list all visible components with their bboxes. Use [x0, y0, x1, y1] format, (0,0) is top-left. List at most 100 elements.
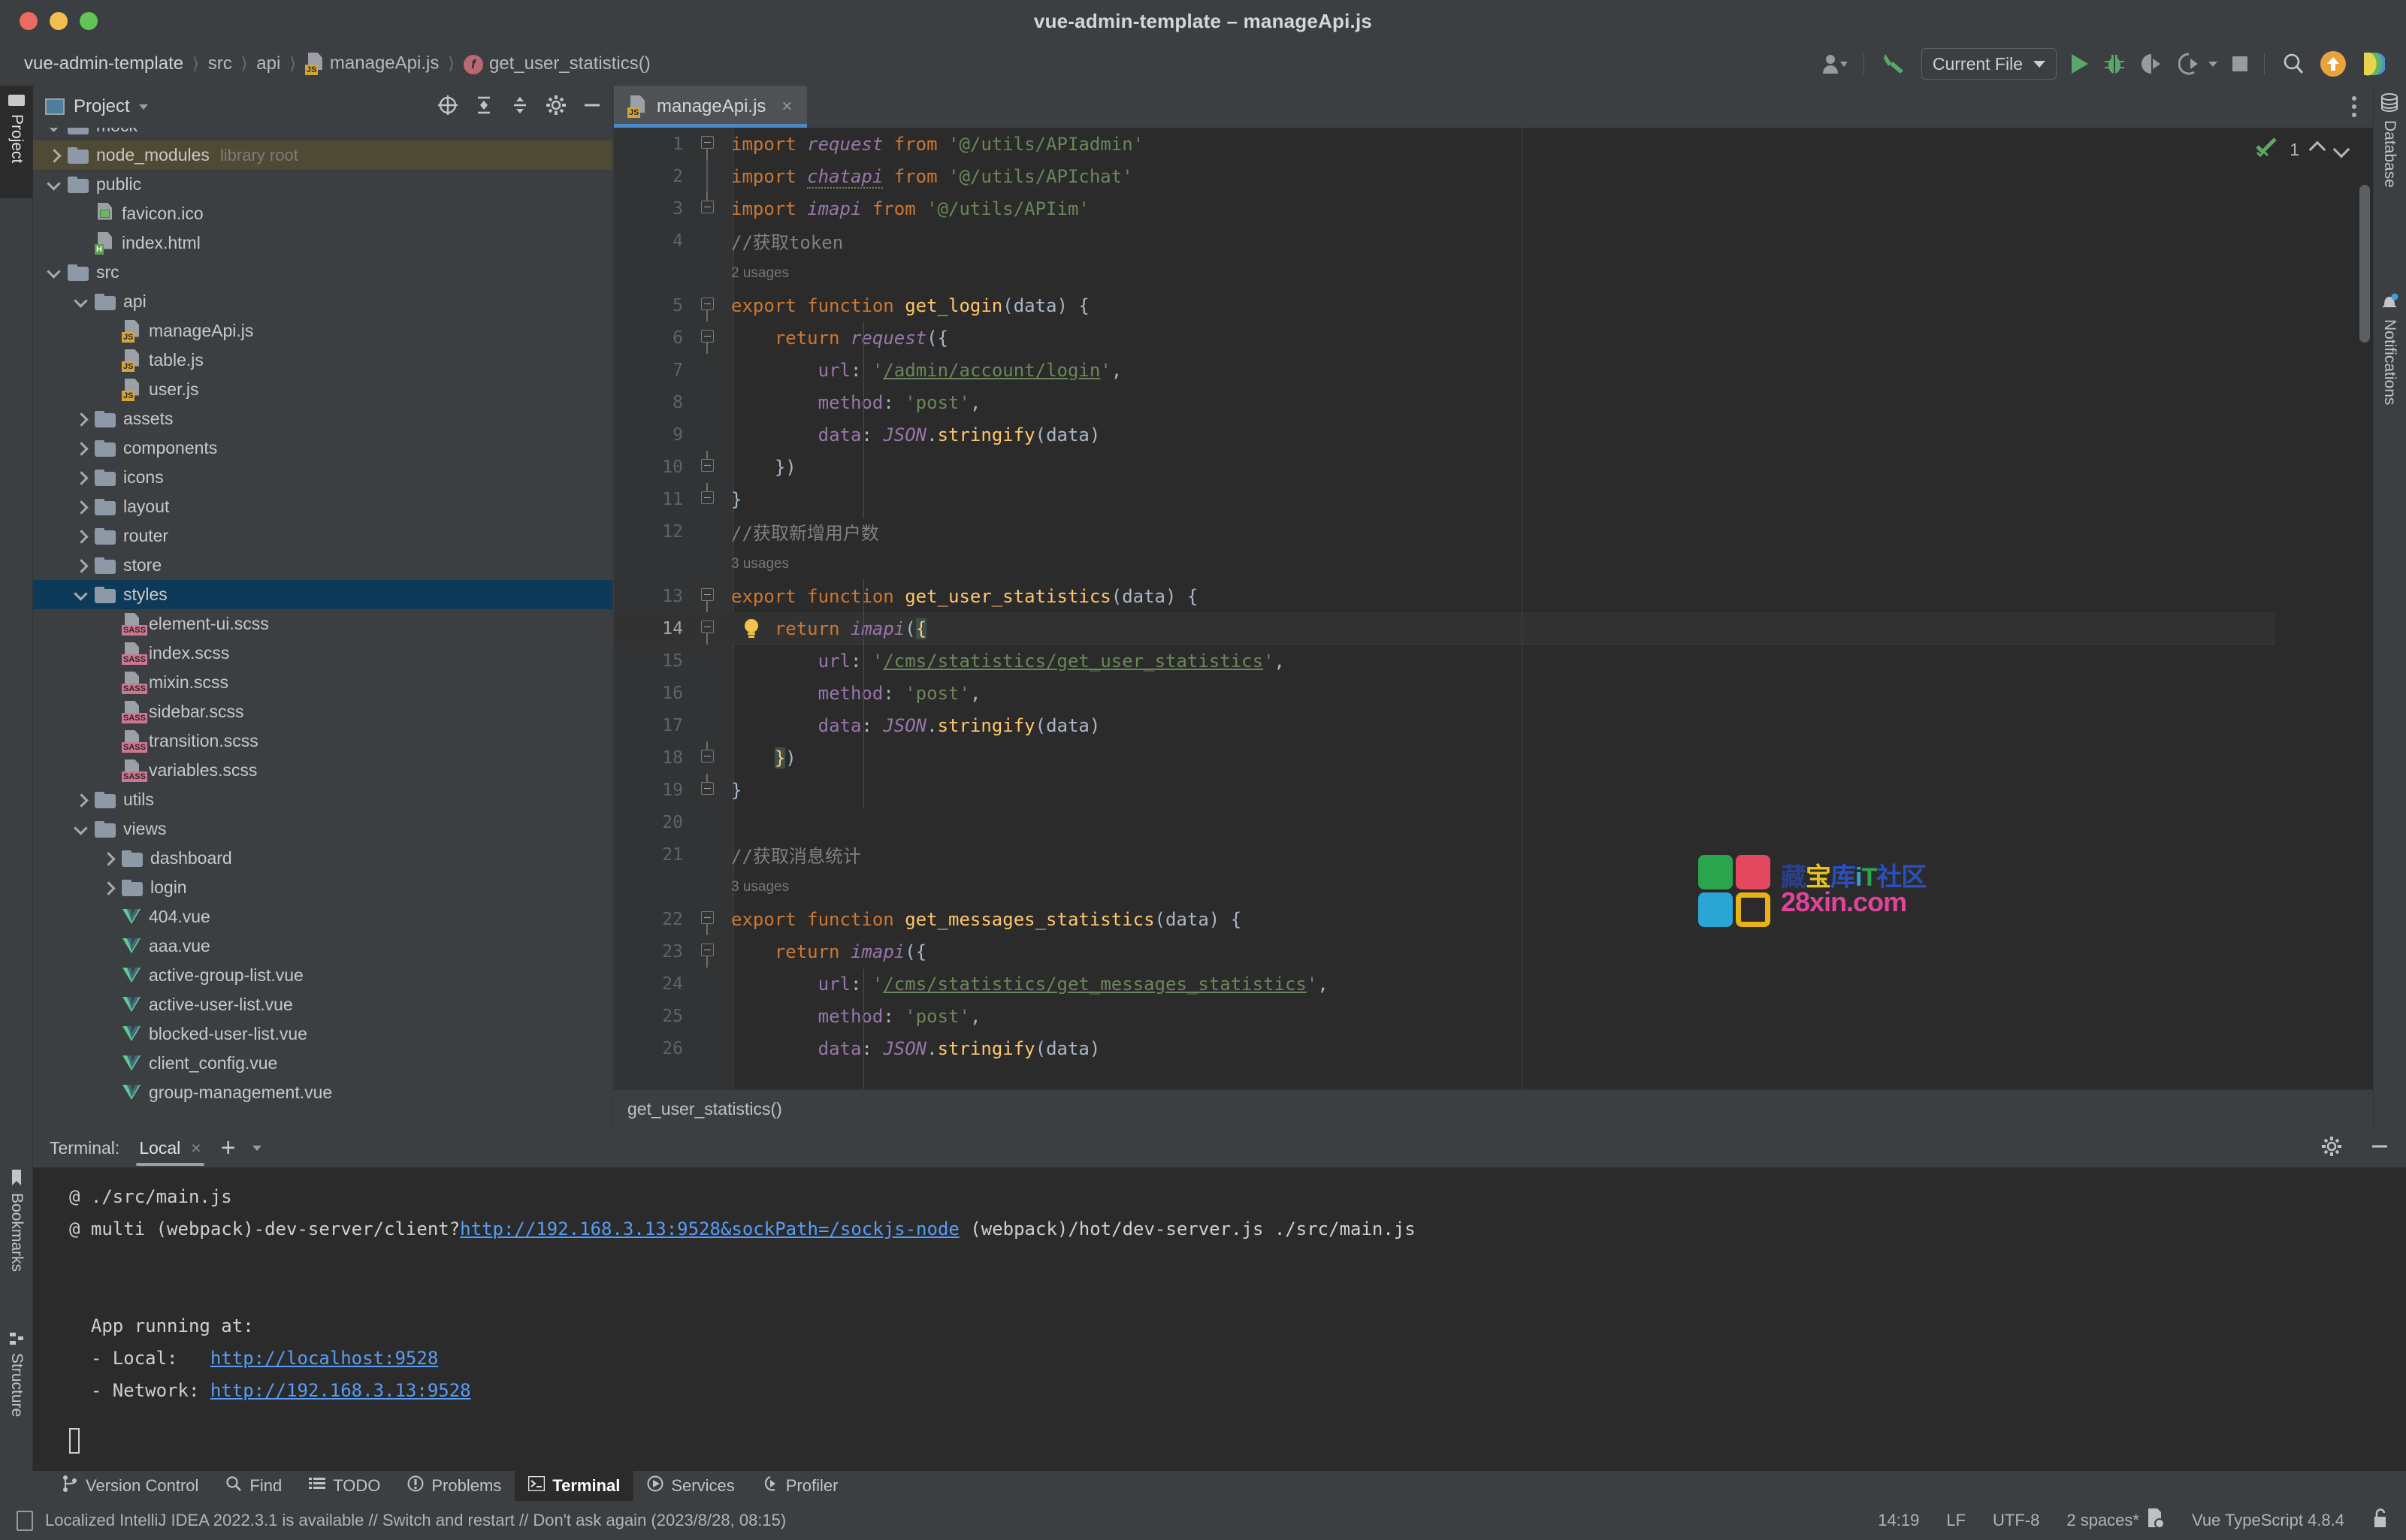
chevron-right-icon[interactable]	[74, 557, 90, 574]
tree-item-public[interactable]: public	[33, 170, 612, 199]
settings-icon[interactable]	[545, 94, 567, 120]
fold-marker[interactable]	[697, 225, 721, 257]
fold-marker[interactable]	[697, 289, 721, 322]
chevron-right-icon[interactable]	[74, 470, 90, 486]
tree-item-element-ui-scss[interactable]: SASSelement-ui.scss	[33, 609, 612, 639]
code-text[interactable]: method: 'post',	[721, 683, 981, 704]
tree-item-router[interactable]: router	[33, 521, 612, 551]
chevron-up-icon[interactable]	[2309, 141, 2326, 159]
editor-options-icon[interactable]	[2352, 96, 2356, 117]
tool-window-profiler[interactable]: Profiler	[748, 1471, 852, 1501]
fold-marker[interactable]	[697, 741, 721, 774]
chevron-down-icon[interactable]	[139, 104, 148, 110]
code-line[interactable]: 16 method: 'post',	[614, 677, 2373, 709]
usages-hint[interactable]: 3 usages	[614, 548, 2373, 580]
chevron-down-icon[interactable]	[74, 587, 90, 603]
breadcrumb-item-file[interactable]: JS manageApi.js	[301, 53, 443, 75]
fold-marker[interactable]	[697, 612, 721, 645]
fold-marker[interactable]	[697, 1032, 721, 1064]
tree-item-node-modules[interactable]: node_moduleslibrary root	[33, 140, 612, 170]
code-line[interactable]: 5export function get_login(data) {	[614, 289, 2373, 322]
usages-hint[interactable]: 2 usages	[614, 257, 2373, 289]
code-line[interactable]: 18 })	[614, 741, 2373, 774]
close-icon[interactable]: ×	[191, 1138, 201, 1158]
breadcrumb-item-src[interactable]: src	[204, 53, 237, 74]
tree-item-favicon-ico[interactable]: favicon.ico	[33, 199, 612, 228]
fold-marker[interactable]	[697, 483, 721, 515]
tree-item-dashboard[interactable]: dashboard	[33, 844, 612, 873]
indent-setting[interactable]: 2 spaces*	[2066, 1508, 2165, 1533]
code-text[interactable]: })	[721, 457, 796, 478]
chevron-down-icon[interactable]	[47, 177, 63, 193]
code-text[interactable]: data: JSON.stringify(data)	[721, 1038, 1100, 1059]
breadcrumb-item-project[interactable]: vue-admin-template	[20, 53, 188, 74]
sidebar-item-project[interactable]: Project	[0, 86, 33, 198]
code-text[interactable]: export function get_user_statistics(data…	[721, 586, 1198, 607]
code-line[interactable]: 8 method: 'post',	[614, 386, 2373, 418]
code-text[interactable]: import imapi from '@/utils/APIim'	[721, 198, 1090, 219]
chevron-down-icon[interactable]	[47, 128, 63, 134]
terminal-output[interactable]: @ ./src/main.js@ multi (webpack)-dev-ser…	[33, 1167, 2406, 1472]
fold-marker[interactable]	[697, 160, 721, 192]
gear-icon[interactable]	[2320, 1135, 2343, 1161]
code-text[interactable]: //获取消息统计	[721, 841, 861, 868]
fold-marker[interactable]	[697, 548, 721, 580]
fold-marker[interactable]	[697, 774, 721, 806]
code-text[interactable]: export function get_messages_statistics(…	[721, 909, 1241, 930]
tree-item-404-vue[interactable]: 404.vue	[33, 902, 612, 932]
code-line[interactable]: 17 data: JSON.stringify(data)	[614, 709, 2373, 741]
fold-marker[interactable]	[697, 838, 721, 871]
project-tree[interactable]: mocknode_moduleslibrary rootpublicfavico…	[33, 128, 612, 1128]
tree-item-components[interactable]: components	[33, 433, 612, 463]
chevron-right-icon[interactable]	[74, 440, 90, 457]
fold-marker[interactable]	[697, 192, 721, 225]
tool-window-terminal[interactable]: Terminal	[515, 1471, 633, 1501]
fold-marker[interactable]	[697, 354, 721, 386]
tree-item-sidebar-scss[interactable]: SASSsidebar.scss	[33, 697, 612, 726]
run-button[interactable]	[2064, 47, 2096, 80]
fold-marker[interactable]	[697, 968, 721, 1000]
code-line[interactable]: 22export function get_messages_statistic…	[614, 903, 2373, 935]
code-line[interactable]: 10 })	[614, 451, 2373, 483]
profile-button[interactable]	[1814, 47, 1854, 80]
terminal-link[interactable]: http://192.168.3.13:9528	[210, 1380, 471, 1401]
tree-item-utils[interactable]: utils	[33, 785, 612, 814]
build-button[interactable]	[1873, 47, 1914, 80]
code-editor[interactable]: 1 import request from '@/utils/APIadmin' 2…	[614, 128, 2373, 1089]
fold-marker[interactable]	[697, 418, 721, 451]
collapse-all-icon[interactable]	[509, 94, 531, 120]
code-text[interactable]: export function get_login(data) {	[721, 295, 1090, 316]
code-line[interactable]: 1 import request from '@/utils/APIadmin'	[614, 128, 2373, 160]
terminal-tab-local[interactable]: Local ×	[136, 1128, 204, 1167]
fold-marker[interactable]	[697, 386, 721, 418]
chevron-right-icon[interactable]	[101, 850, 117, 867]
tab-manageapi-js[interactable]: JS manageApi.js ×	[614, 86, 807, 128]
breadcrumb-item-api[interactable]: api	[252, 53, 285, 74]
fold-marker[interactable]	[697, 871, 721, 903]
caret-position[interactable]: 14:19	[1878, 1511, 1919, 1530]
inspection-widget[interactable]: 1	[2255, 137, 2347, 162]
run-with-coverage-button[interactable]	[2133, 47, 2171, 80]
code-line[interactable]: 9 data: JSON.stringify(data)	[614, 418, 2373, 451]
terminal-link[interactable]: http://localhost:9528	[210, 1348, 438, 1369]
fold-marker[interactable]	[697, 903, 721, 935]
editor-scrollbar[interactable]	[2359, 185, 2370, 343]
ide-logo-button[interactable]	[2353, 47, 2392, 80]
notification-icon[interactable]	[17, 1511, 33, 1531]
fold-marker[interactable]	[697, 257, 721, 289]
code-line[interactable]: 7 url: '/admin/account/login',	[614, 354, 2373, 386]
fold-marker[interactable]	[697, 515, 721, 548]
tree-item-manageapi-js[interactable]: JSmanageApi.js	[33, 316, 612, 346]
code-line[interactable]: 25 method: 'post',	[614, 1000, 2373, 1032]
chevron-right-icon[interactable]	[47, 147, 63, 164]
code-text[interactable]: url: '/admin/account/login',	[721, 360, 1122, 381]
tool-window-problems[interactable]: Problems	[394, 1471, 515, 1501]
tree-item-aaa-vue[interactable]: aaa.vue	[33, 932, 612, 961]
code-line[interactable]: 12//获取新增用户数	[614, 515, 2373, 548]
code-text[interactable]: import request from '@/utils/APIadmin'	[721, 134, 1144, 155]
sidebar-item-notifications[interactable]: Notifications	[2373, 285, 2406, 510]
minimize-icon[interactable]	[2368, 1135, 2391, 1161]
chevron-right-icon[interactable]	[74, 411, 90, 427]
add-terminal-icon[interactable]: +	[221, 1137, 236, 1159]
usages-label[interactable]: 3 usages	[721, 879, 789, 895]
